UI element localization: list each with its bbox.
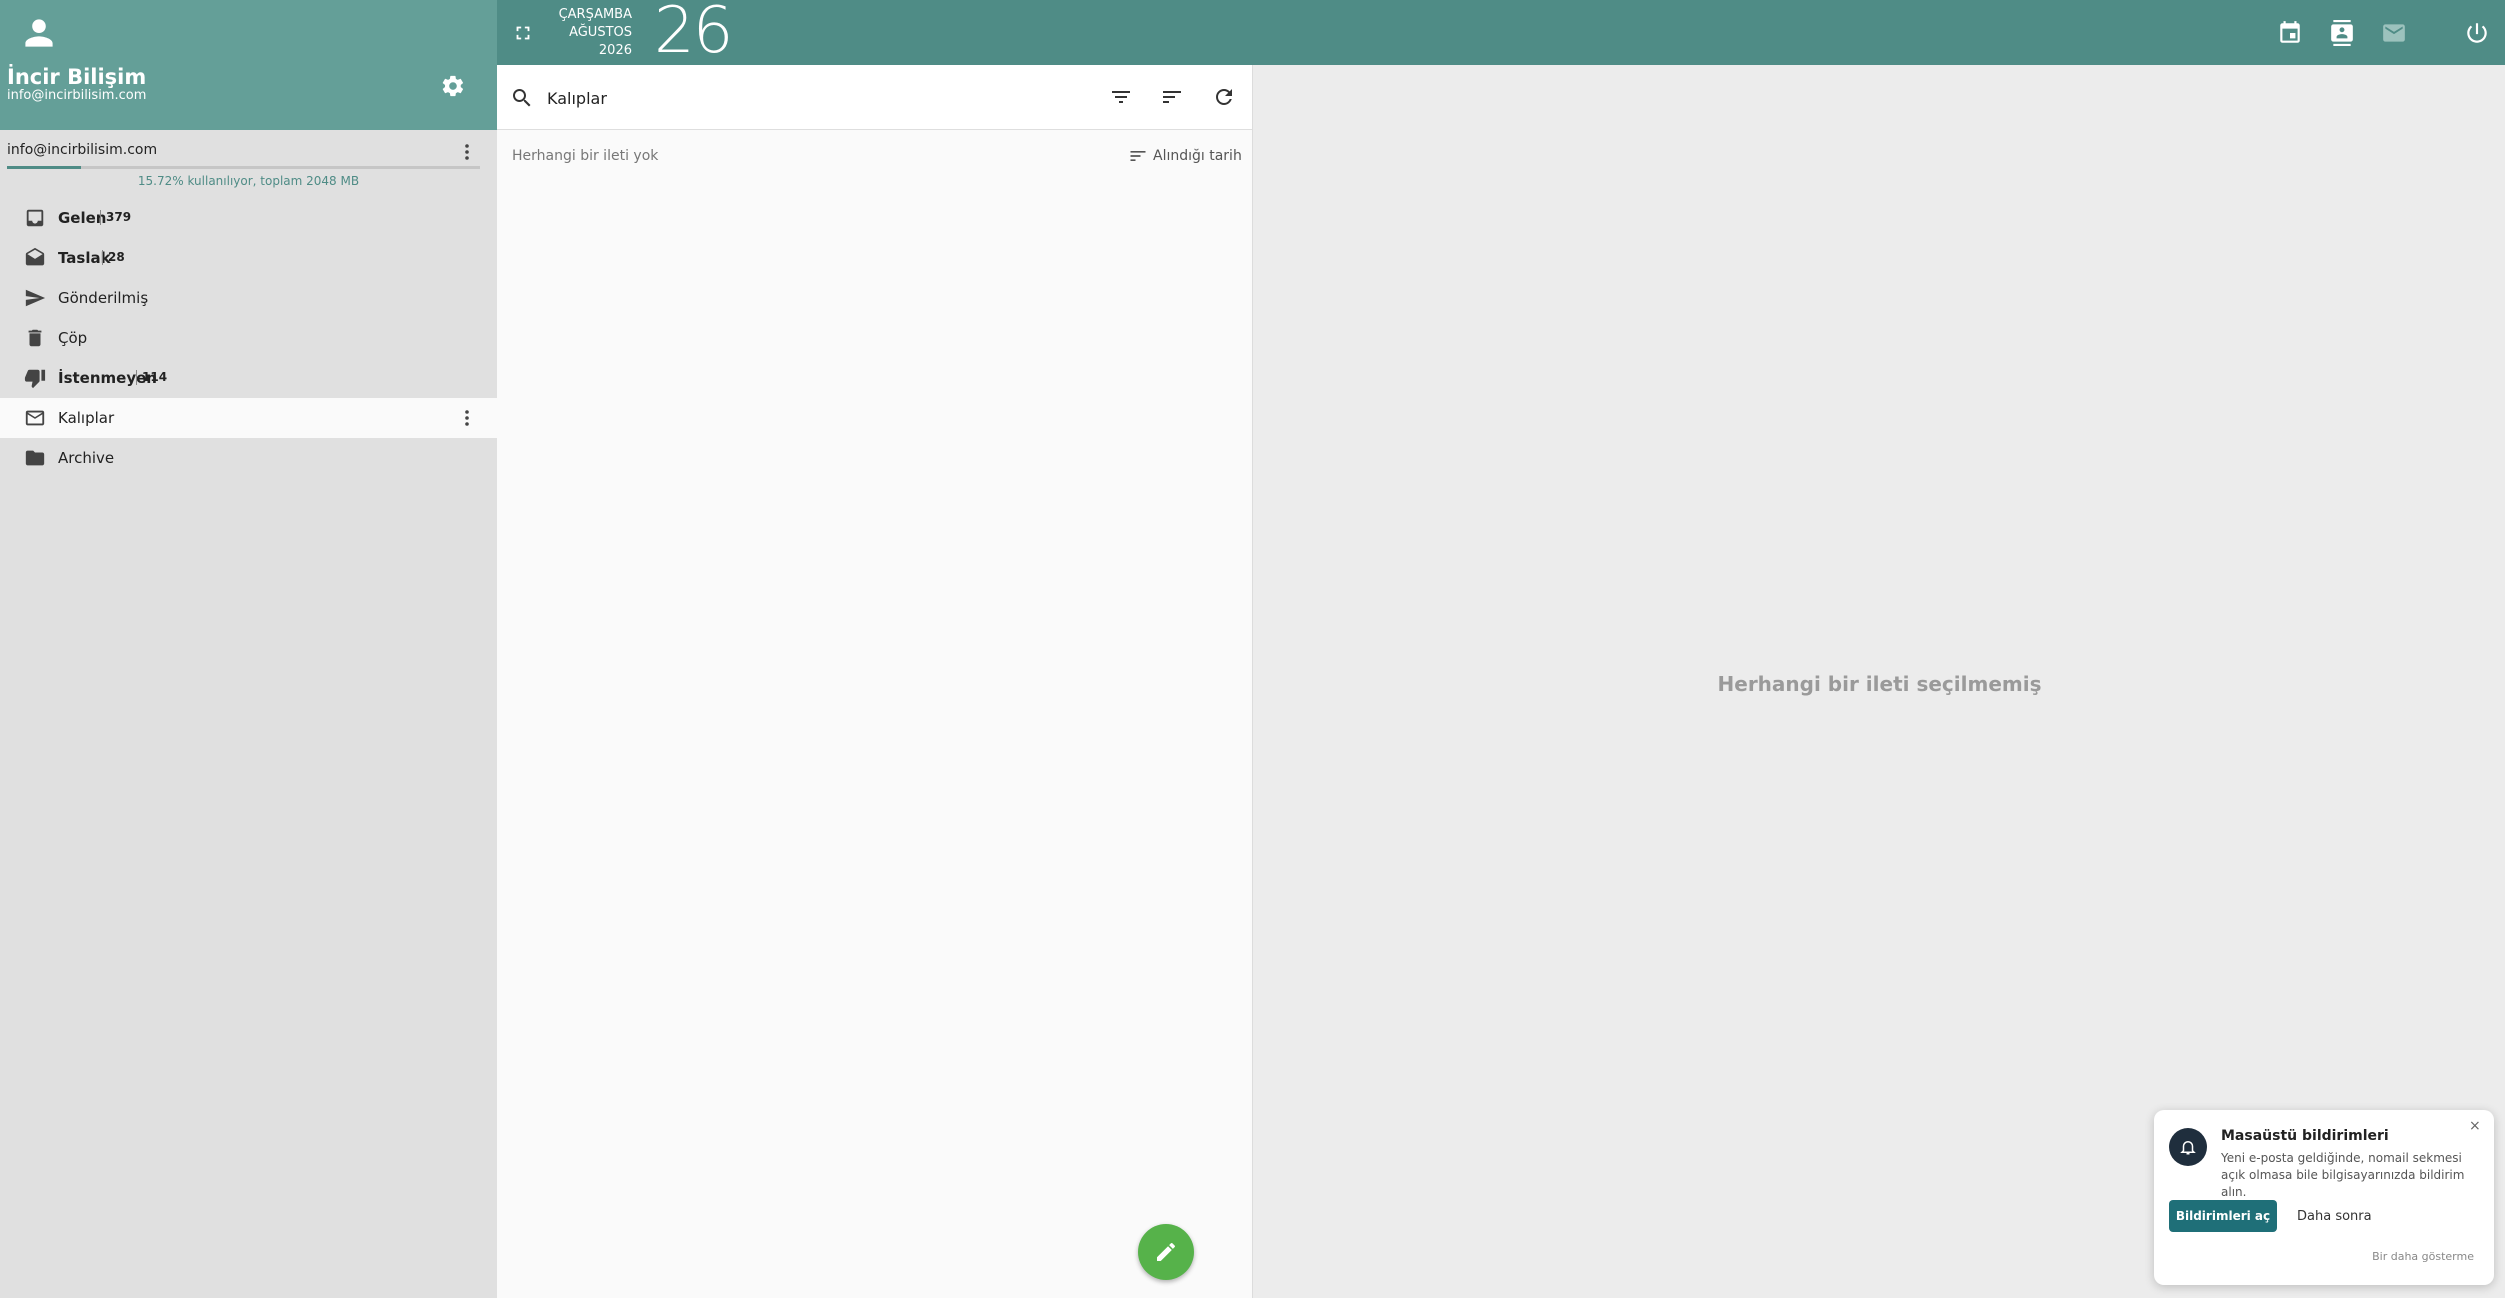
drafts-icon	[25, 247, 45, 266]
search-bar	[497, 65, 1252, 130]
folder-item-kaliplar[interactable]: Kalıplar	[0, 398, 497, 438]
top-bar: ÇARŞAMBA AĞUSTOS 2026 26	[497, 0, 2505, 68]
user-avatar-icon[interactable]	[22, 16, 56, 50]
later-button[interactable]: Daha sonra	[2297, 1209, 2372, 1224]
filter-icon[interactable]	[1109, 85, 1133, 109]
refresh-icon[interactable]	[1212, 85, 1236, 109]
folder-label: Archive	[58, 449, 115, 467]
pencil-icon	[1157, 1242, 1176, 1261]
folder-count: 114	[136, 370, 167, 385]
folder-label: Kalıplar	[58, 409, 115, 427]
folder-item-gonderilmis[interactable]: Gönderilmiş	[0, 278, 497, 318]
compose-button[interactable]	[1138, 1224, 1194, 1280]
folder-label: Gönderilmiş	[58, 289, 149, 307]
profile-header: İncir Bilişim info@incirbilisim.com	[0, 0, 497, 130]
folder-count: 28	[102, 250, 125, 265]
folder-icon	[25, 450, 45, 466]
sort-label: Alındığı tarih	[1153, 148, 1242, 164]
folder-item-archive[interactable]: Archive	[0, 438, 497, 478]
notification-body: Yeni e-posta geldiğinde, nomail sekmesi …	[2221, 1151, 2465, 1199]
send-icon	[25, 289, 46, 307]
sort-lines-icon	[1130, 151, 1146, 161]
bell-icon	[2169, 1128, 2207, 1166]
date-weekday: ÇARŞAMBA	[558, 7, 632, 22]
profile-email: info@incirbilisim.com	[7, 88, 147, 103]
inbox-icon	[26, 209, 44, 227]
power-icon[interactable]	[2464, 20, 2490, 46]
calendar-icon[interactable]	[2277, 20, 2303, 46]
date-year: 2026	[598, 43, 632, 58]
folder-more-icon[interactable]	[455, 406, 479, 430]
trash-icon	[28, 329, 42, 347]
date-month: AĞUSTOS	[569, 25, 632, 40]
mail-outline-icon	[25, 410, 45, 426]
sidebar: İncir Bilişim info@incirbilisim.com info…	[0, 0, 497, 1298]
sort-by-date-button[interactable]: Alındığı tarih	[1128, 145, 1242, 169]
desktop-notification-prompt: Masaüstü bildirimleri Yeni e-posta geldi…	[2154, 1110, 2494, 1285]
date-text: ÇARŞAMBA AĞUSTOS 2026	[557, 6, 632, 60]
folder-label: Çöp	[58, 329, 88, 347]
no-message-selected-text: Herhangi bir ileti seçilmemiş	[1717, 672, 2042, 696]
fullscreen-icon[interactable]	[512, 22, 534, 44]
notification-title: Masaüstü bildirimleri	[2221, 1128, 2389, 1144]
quota-bar-fill	[7, 166, 82, 169]
thumb-down-icon	[24, 369, 46, 389]
search-input[interactable]	[547, 83, 1067, 113]
mail-icon[interactable]	[2381, 20, 2407, 46]
quota-bar	[7, 166, 480, 169]
settings-gear-icon[interactable]	[440, 73, 466, 99]
account-email: info@incirbilisim.com	[7, 142, 158, 158]
account-more-icon[interactable]	[455, 140, 479, 164]
folder-count: 379	[100, 210, 131, 225]
search-icon[interactable]	[510, 86, 534, 110]
date-day: 26	[654, 0, 733, 68]
message-list-pane: Herhangi bir ileti yok Alındığı tarih	[497, 65, 1252, 1298]
account-row[interactable]: info@incirbilisim.com	[0, 136, 497, 166]
folder-item-gelen[interactable]: Gelen 379	[0, 198, 497, 238]
empty-list-text: Herhangi bir ileti yok	[512, 148, 659, 164]
sort-icon[interactable]	[1160, 85, 1184, 109]
quota-text: 15.72% kullanılıyor, toplam 2048 MB	[137, 174, 360, 188]
folder-item-cop[interactable]: Çöp	[0, 318, 497, 358]
profile-name: İncir Bilişim	[7, 65, 147, 89]
enable-notifications-button[interactable]: Bildirimleri aç	[2169, 1200, 2277, 1232]
folder-item-taslak[interactable]: Taslak 28	[0, 238, 497, 278]
close-icon[interactable]: ×	[2469, 1118, 2481, 1134]
dont-show-again-link[interactable]: Bir daha gösterme	[2372, 1250, 2474, 1263]
contacts-icon[interactable]	[2329, 20, 2355, 46]
folder-item-istenmeyen[interactable]: İstenmeyen 114	[0, 358, 497, 398]
